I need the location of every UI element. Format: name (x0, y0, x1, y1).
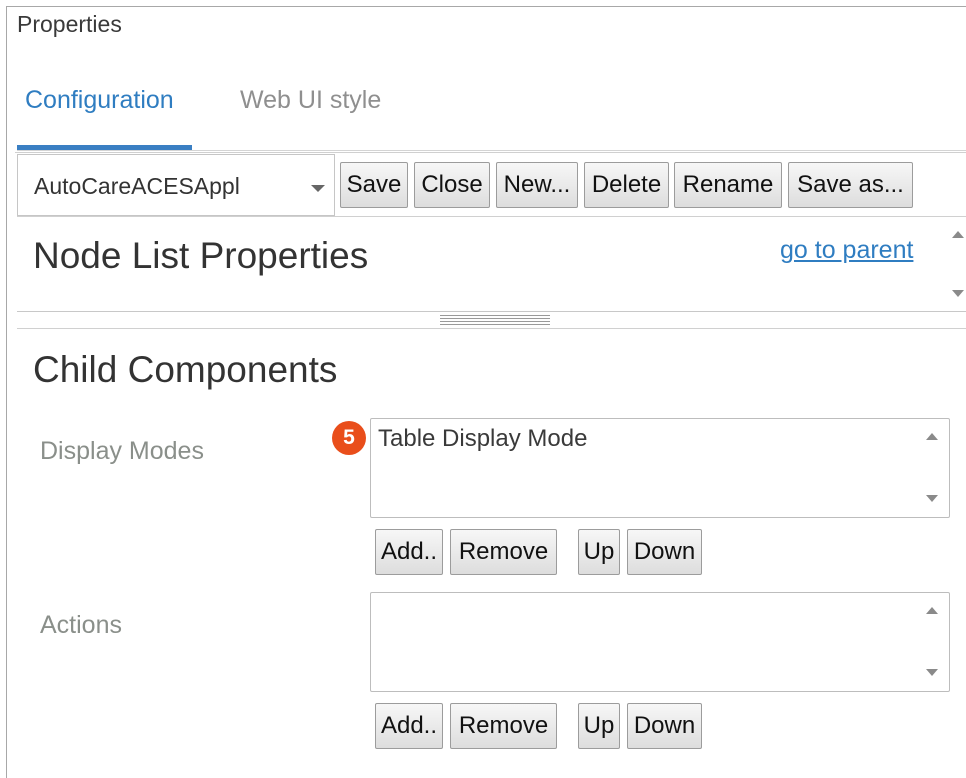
panel-title: Properties (17, 11, 122, 37)
rename-button[interactable]: Rename (674, 162, 782, 208)
scroll-down-icon[interactable] (952, 290, 964, 297)
list-item[interactable]: Table Display Mode (378, 425, 587, 453)
scroll-up-icon[interactable] (952, 231, 964, 238)
page-title: Node List Properties (33, 235, 369, 276)
actions-down-button[interactable]: Down (627, 703, 702, 749)
chevron-down-icon (311, 185, 325, 192)
scroll-up-icon[interactable] (926, 607, 938, 614)
tab-bar-divider (17, 150, 966, 151)
display-modes-up-button[interactable]: Up (578, 529, 620, 575)
tab-configuration[interactable]: Configuration (25, 86, 174, 115)
scroll-up-icon[interactable] (926, 433, 938, 440)
child-components-title: Child Components (33, 349, 338, 390)
save-button[interactable]: Save (340, 162, 408, 208)
display-modes-label: Display Modes (40, 437, 204, 465)
go-to-parent-link[interactable]: go to parent (780, 236, 913, 265)
actions-add-button[interactable]: Add.. (375, 703, 443, 749)
configuration-select-value: AutoCareACESAppl (34, 173, 240, 199)
scroll-down-icon[interactable] (926, 669, 938, 676)
new-button[interactable]: New... (496, 162, 578, 208)
scroll-down-icon[interactable] (926, 495, 938, 502)
actions-remove-button[interactable]: Remove (450, 703, 557, 749)
display-modes-listbox[interactable]: Table Display Mode (370, 418, 950, 518)
actions-label: Actions (40, 611, 122, 639)
splitter-handle-icon[interactable] (440, 313, 550, 327)
close-button[interactable]: Close (414, 162, 490, 208)
display-modes-down-button[interactable]: Down (627, 529, 702, 575)
display-modes-add-button[interactable]: Add.. (375, 529, 443, 575)
configuration-select[interactable]: AutoCareACESAppl (17, 154, 335, 216)
save-as-button[interactable]: Save as... (788, 162, 913, 208)
delete-button[interactable]: Delete (584, 162, 669, 208)
actions-up-button[interactable]: Up (578, 703, 620, 749)
actions-listbox[interactable] (370, 592, 950, 692)
tab-web-ui-style[interactable]: Web UI style (240, 86, 381, 115)
step-badge: 5 (332, 421, 366, 455)
display-modes-remove-button[interactable]: Remove (450, 529, 557, 575)
section-divider (17, 328, 966, 329)
